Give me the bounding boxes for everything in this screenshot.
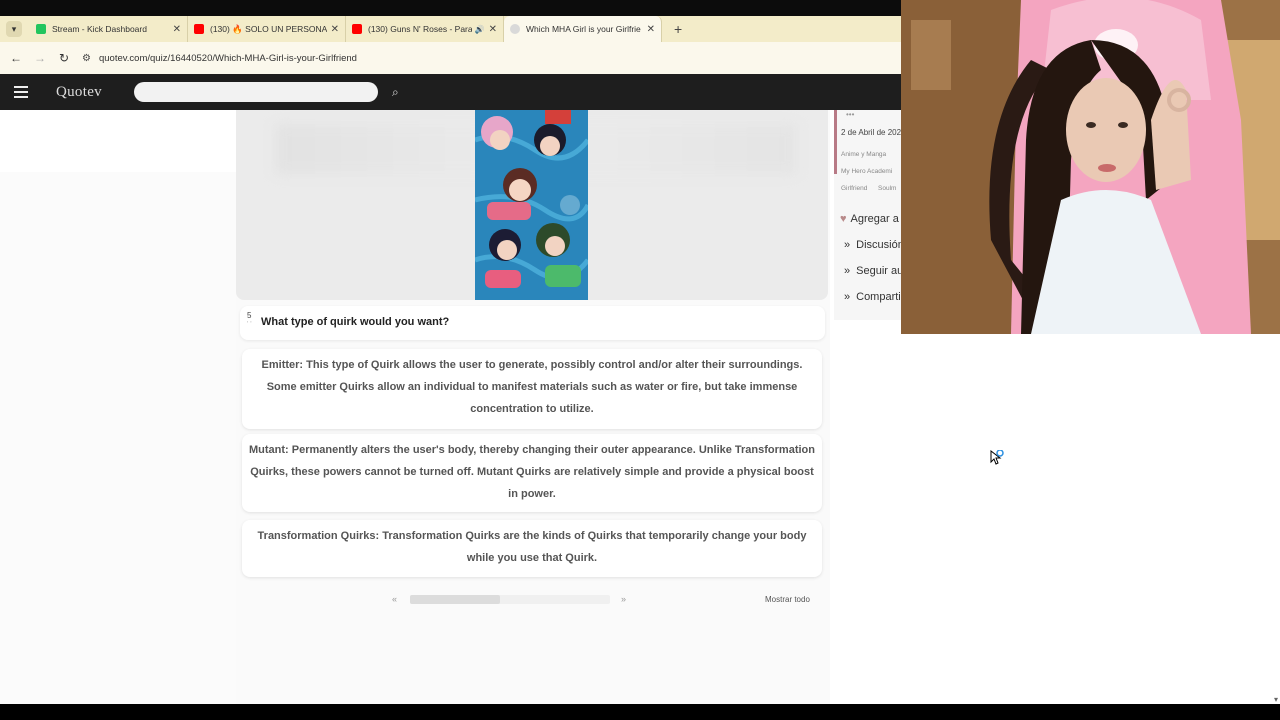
tag-link[interactable]: Anime y Manga [841, 151, 886, 158]
answer-text: Transformation Quirks: Transformation Qu… [257, 530, 807, 564]
tab-title: Stream - Kick Dashboard [52, 24, 147, 34]
question-image-panel [236, 110, 828, 300]
question-image [475, 110, 588, 300]
pager-next[interactable]: » [621, 594, 626, 604]
discussion-link[interactable]: » Discusión [844, 239, 904, 251]
quiz-date: 2 de Abril de 202 [841, 128, 902, 137]
tag-link[interactable]: Soulm [878, 185, 896, 192]
browser-top-strip [0, 0, 901, 16]
tab-search-menu[interactable]: ▾ [6, 21, 22, 37]
answer-option[interactable]: Transformation Quirks: Transformation Qu… [242, 520, 822, 577]
pager-prev[interactable]: « [392, 594, 397, 604]
reload-icon[interactable]: ↻ [52, 51, 76, 65]
more-icon[interactable]: ••• [846, 110, 854, 119]
left-gutter [0, 110, 236, 704]
speaker-icon[interactable]: 🔊 [475, 25, 485, 34]
chevron-icon: » [844, 265, 851, 277]
site-header: Quotev ⌕ [0, 74, 901, 110]
close-icon[interactable]: ✕ [173, 24, 181, 35]
tab-title: (130) Guns N' Roses - Paradi [368, 24, 472, 34]
forward-icon[interactable]: → [28, 51, 52, 65]
search-input[interactable] [133, 82, 378, 102]
menu-icon[interactable] [14, 86, 28, 98]
anime-girls-illustration [475, 110, 588, 300]
address-bar: ← → ↻ ⚙ quotev.com/quiz/16440520/Which-M… [0, 42, 901, 74]
site-logo[interactable]: Quotev [56, 84, 102, 101]
question-progress-marks: ' ' [247, 321, 252, 328]
webcam-overlay [901, 0, 1280, 334]
answer-text: Emitter: This type of Quirk allows the u… [261, 359, 803, 415]
browser-tab-youtube-2[interactable]: (130) Guns N' Roses - Paradi 🔊 ✕ [346, 16, 504, 42]
mouse-cursor-icon [990, 450, 1004, 465]
pager-progress-track[interactable] [410, 595, 610, 604]
tag-link[interactable]: Girlfriend [841, 185, 867, 192]
quiz-column: 5 ' ' What type of quirk would you want?… [236, 110, 830, 704]
youtube-icon [194, 24, 204, 34]
sidebar-accent [834, 110, 837, 174]
tab-title: (130) 🔥 SOLO UN PERSONAJE [210, 23, 327, 34]
quiz-pager: « » Mostrar todo [236, 592, 830, 608]
answer-option[interactable]: Emitter: This type of Quirk allows the u… [242, 349, 822, 429]
link-label: Compartir [856, 291, 904, 303]
answer-option[interactable]: Mutant: Permanently alters the user's bo… [242, 434, 822, 512]
url-text: quotev.com/quiz/16440520/Which-MHA-Girl-… [98, 52, 357, 64]
youtube-icon [352, 24, 362, 34]
question-text: What type of quirk would you want? [261, 316, 450, 328]
pager-progress-fill [410, 595, 500, 604]
browser-tab-youtube-1[interactable]: (130) 🔥 SOLO UN PERSONAJE ✕ [188, 16, 346, 42]
close-icon[interactable]: ✕ [647, 24, 655, 35]
link-label: Discusión [856, 239, 904, 251]
close-icon[interactable]: ✕ [489, 24, 497, 35]
left-gutter-top [0, 110, 236, 172]
tab-title: Which MHA Girl is your Girlfrie [526, 24, 641, 34]
kick-icon [36, 24, 46, 34]
question-card: 5 ' ' What type of quirk would you want? [240, 306, 825, 340]
follow-author-link[interactable]: » Seguir au [844, 265, 903, 277]
new-tab-icon[interactable]: + [674, 21, 682, 37]
heart-icon: ♥ [840, 213, 847, 225]
link-label: Seguir au [856, 265, 904, 277]
loading-icon [510, 24, 520, 34]
site-settings-icon[interactable]: ⚙ [82, 53, 91, 64]
share-link[interactable]: » Compartir [844, 291, 904, 303]
chevron-icon: » [844, 239, 851, 251]
streamer-webcam-image [901, 0, 1280, 334]
url-field[interactable]: ⚙ quotev.com/quiz/16440520/Which-MHA-Gir… [82, 53, 357, 64]
scroll-down-icon[interactable]: ▾ [1274, 695, 1278, 704]
bottom-strip [0, 704, 1280, 720]
question-number: 5 [247, 311, 252, 320]
back-icon[interactable]: ← [4, 51, 28, 65]
quiz-sidebar: ••• 2 de Abril de 202 Anime y Manga My H… [834, 110, 904, 320]
link-label: Agregar a [850, 213, 899, 225]
chevron-icon: » [844, 291, 851, 303]
browser-tabbar: ▾ Stream - Kick Dashboard ✕ (130) 🔥 SOLO… [0, 16, 901, 42]
tag-link[interactable]: My Hero Academi [841, 168, 892, 175]
browser-tab-quotev[interactable]: Which MHA Girl is your Girlfrie ✕ [504, 16, 662, 42]
add-to-link[interactable]: ♥ Agregar a [840, 213, 899, 225]
search-icon[interactable]: ⌕ [392, 85, 399, 100]
browser-tab-kick[interactable]: Stream - Kick Dashboard ✕ [30, 16, 188, 42]
close-icon[interactable]: ✕ [331, 24, 339, 35]
answer-text: Mutant: Permanently alters the user's bo… [249, 444, 815, 500]
show-all-link[interactable]: Mostrar todo [765, 595, 810, 604]
